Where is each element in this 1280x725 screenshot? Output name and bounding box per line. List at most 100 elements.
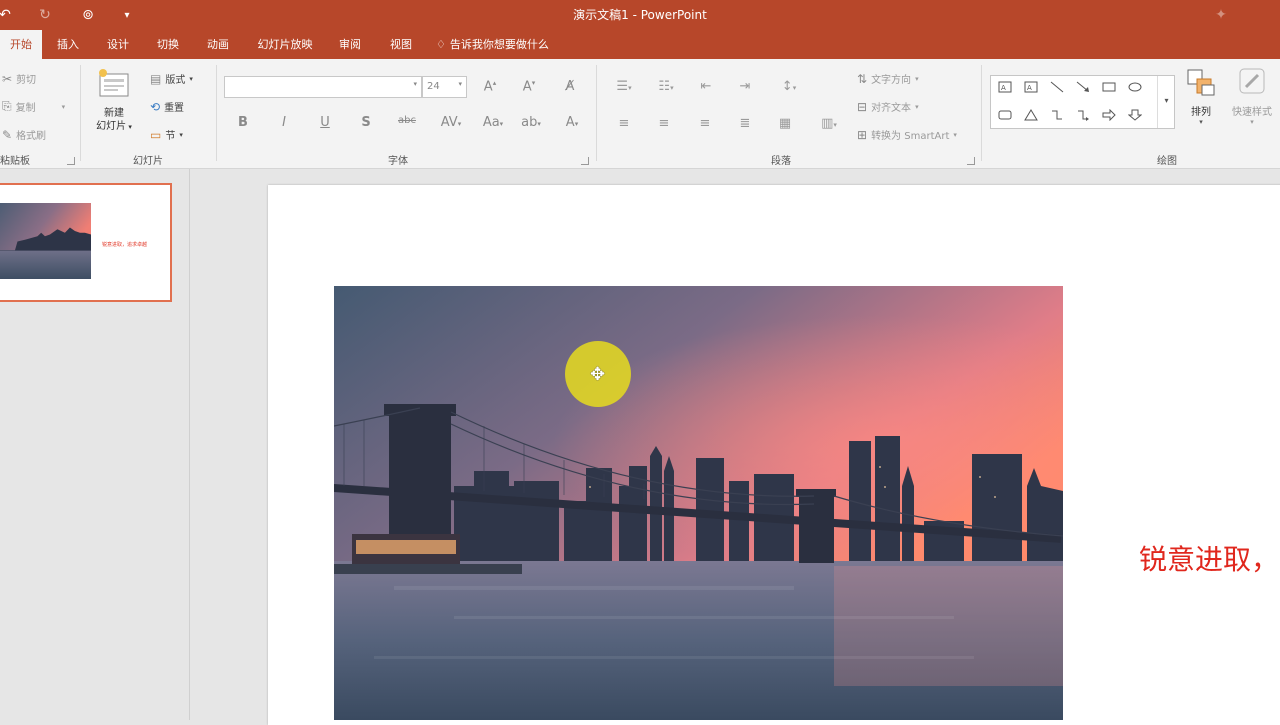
rounded-rectangle-shape-icon[interactable] — [995, 107, 1015, 123]
section-button[interactable]: ▭ 节 ▾ — [150, 127, 183, 143]
text-shadow-icon[interactable]: S — [354, 115, 378, 130]
group-separator — [216, 65, 217, 161]
font-color-icon[interactable]: A▾ — [556, 115, 588, 130]
arrow-shape-icon[interactable] — [1073, 79, 1093, 95]
slide-thumbnail-pane: 锐意进取，追求卓越 — [0, 169, 190, 720]
justify-icon[interactable]: ≣ — [733, 116, 757, 131]
elbow-connector-shape-icon[interactable] — [1047, 107, 1067, 123]
tab-design[interactable]: 设计 — [100, 30, 136, 59]
textbox-shape-icon[interactable]: A — [995, 79, 1015, 95]
slide-thumbnail-1[interactable]: 锐意进取，追求卓越 — [0, 183, 172, 302]
drawing-group-label: 绘图 — [1157, 156, 1177, 167]
slides-group-label: 幻灯片 — [133, 156, 163, 167]
move-cursor-icon: ✥ — [590, 364, 606, 385]
oval-shape-icon[interactable] — [1125, 79, 1145, 95]
change-case-icon[interactable]: Aa▾ — [478, 115, 508, 130]
quick-styles-button[interactable]: 快速样式 ▾ — [1226, 67, 1278, 129]
elbow-arrow-shape-icon[interactable] — [1073, 107, 1093, 123]
cut-button[interactable]: ✂ 剪切 — [2, 71, 36, 87]
ribbon-tabs: 开始 插入 设计 切换 动画 幻灯片放映 审阅 视图 ♢ 告诉我你想要做什么 — [0, 30, 1280, 59]
clipboard-group-label: 粘贴板 — [0, 156, 30, 167]
arrange-icon — [1187, 69, 1215, 96]
align-center-icon[interactable]: ≡ — [652, 116, 676, 131]
line-shape-icon[interactable] — [1047, 79, 1067, 95]
bird-decoration-icon: ✦ — [1215, 7, 1227, 23]
underline-icon[interactable]: U — [313, 115, 337, 130]
scissors-icon: ✂ — [2, 71, 13, 86]
tab-animations[interactable]: 动画 — [200, 30, 236, 59]
font-name-combo[interactable]: ▾ — [224, 76, 422, 98]
italic-icon[interactable]: I — [272, 115, 296, 130]
layout-icon: ▤ — [150, 71, 162, 86]
font-size-combo[interactable]: 24 ▾ — [422, 76, 467, 98]
arrange-button[interactable]: 排列 ▾ — [1183, 67, 1219, 129]
text-direction-icon: ⇅ — [857, 71, 868, 86]
strikethrough-icon[interactable]: abc — [394, 115, 420, 126]
line-spacing-icon[interactable]: ↕▾ — [775, 79, 803, 94]
reset-icon: ⟲ — [150, 99, 161, 114]
new-slide-icon — [99, 69, 129, 97]
vertical-textbox-shape-icon[interactable]: A — [1021, 79, 1041, 95]
svg-text:A: A — [1001, 84, 1006, 92]
decrease-indent-icon[interactable]: ⇤ — [694, 79, 718, 94]
highlight-color-icon[interactable]: ab▾ — [514, 115, 548, 130]
tab-transitions[interactable]: 切换 — [150, 30, 186, 59]
tell-me-text: 告诉我你想要做什么 — [449, 38, 549, 51]
quick-styles-icon — [1239, 68, 1265, 94]
triangle-shape-icon[interactable] — [1021, 107, 1041, 123]
paragraph-dialog-launcher[interactable] — [967, 157, 975, 165]
shrink-font-icon[interactable]: A▾ — [517, 79, 541, 94]
distributed-icon[interactable]: ▦ — [773, 116, 797, 131]
tab-view[interactable]: 视图 — [384, 30, 418, 59]
smartart-icon: ⊞ — [857, 127, 868, 142]
bold-icon[interactable]: B — [231, 115, 255, 130]
ribbon: ✂ 剪切 ⎘ 复制 ▾ ✎ 格式刷 粘贴板 新建 幻灯片 ▾ ▤ 版式 ▾ ⟲ 重置 ▭ 节 ▾ … — [0, 59, 1280, 169]
align-text-icon: ⊟ — [857, 99, 868, 114]
grow-font-icon[interactable]: A▴ — [478, 79, 502, 94]
font-group-label: 字体 — [388, 156, 408, 167]
section-icon: ▭ — [150, 127, 162, 142]
down-arrow-shape-icon[interactable] — [1125, 107, 1145, 123]
lightbulb-icon: ♢ — [436, 38, 446, 51]
tab-review[interactable]: 审阅 — [333, 30, 367, 59]
columns-icon[interactable]: ▥▾ — [815, 116, 843, 131]
tab-home[interactable]: 开始 — [0, 30, 42, 59]
chevron-down-icon: ▾ — [458, 80, 462, 88]
increase-indent-icon[interactable]: ⇥ — [733, 79, 757, 94]
clipboard-dialog-launcher[interactable] — [67, 157, 75, 165]
copy-icon: ⎘ — [2, 99, 12, 113]
tab-insert[interactable]: 插入 — [50, 30, 86, 59]
shapes-gallery: A A ▾ — [990, 75, 1175, 129]
rectangle-shape-icon[interactable] — [1099, 79, 1119, 95]
city-skyline-image[interactable] — [334, 286, 1063, 720]
brush-icon: ✎ — [2, 127, 13, 142]
clear-formatting-icon[interactable]: A̸ — [558, 79, 582, 94]
paragraph-group-label: 段落 — [771, 156, 791, 167]
chevron-down-icon: ▾ — [413, 80, 417, 88]
text-direction-button[interactable]: ⇅ 文字方向 ▾ — [857, 71, 919, 87]
window-title: 演示文稿1 - PowerPoint — [573, 8, 707, 22]
svg-text:A: A — [1027, 84, 1032, 92]
right-arrow-shape-icon[interactable] — [1099, 107, 1119, 123]
align-text-button[interactable]: ⊟ 对齐文本 ▾ — [857, 99, 919, 115]
reset-button[interactable]: ⟲ 重置 — [150, 99, 184, 115]
numbering-icon[interactable]: ☷▾ — [652, 79, 680, 94]
new-slide-button[interactable]: 新建 幻灯片 ▾ — [92, 67, 136, 147]
chevron-down-icon: ▾ — [61, 102, 66, 111]
layout-button[interactable]: ▤ 版式 ▾ — [150, 71, 193, 87]
slide-title-text[interactable]: 锐意进取， — [1139, 538, 1279, 578]
character-spacing-icon[interactable]: AV▾ — [436, 115, 466, 130]
tell-me-box[interactable]: ♢ 告诉我你想要做什么 — [436, 30, 556, 59]
convert-smartart-button[interactable]: ⊞ 转换为 SmartArt ▾ — [857, 127, 957, 143]
align-right-icon[interactable]: ≡ — [693, 116, 717, 131]
shapes-more-icon[interactable]: ▾ — [1157, 76, 1175, 128]
font-dialog-launcher[interactable] — [581, 157, 589, 165]
bullets-icon[interactable]: ☰▾ — [610, 79, 638, 94]
title-bar: ↶ ↻ ⊚ ▾ 演示文稿1 - PowerPoint ✦ — [0, 0, 1280, 30]
align-left-icon[interactable]: ≡ — [612, 116, 636, 131]
group-separator — [981, 65, 982, 161]
format-painter-button[interactable]: ✎ 格式刷 — [2, 127, 46, 143]
tab-slideshow[interactable]: 幻灯片放映 — [252, 30, 318, 59]
thumbnail-image — [0, 203, 91, 279]
copy-button[interactable]: ⎘ 复制 ▾ — [2, 99, 65, 114]
